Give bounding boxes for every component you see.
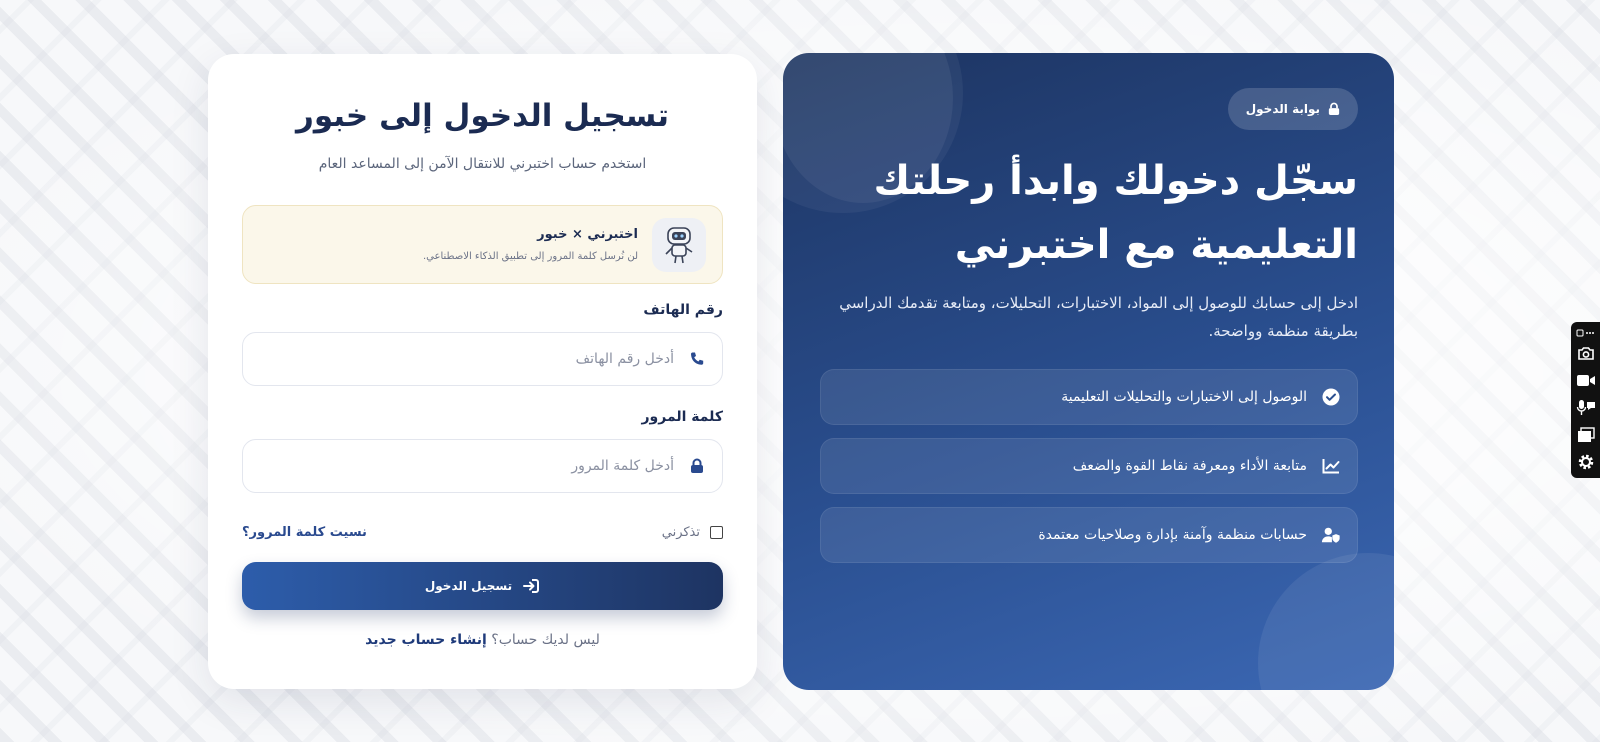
- feature-item: متابعة الأداء ومعرفة نقاط القوة والضعف: [820, 438, 1358, 494]
- phone-input[interactable]: أدخل رقم الهاتف: [242, 332, 723, 386]
- partner-title: اختبرني × خبور: [537, 227, 638, 242]
- chart-line-icon: [1321, 456, 1341, 476]
- password-placeholder: أدخل كلمة المرور: [571, 458, 674, 474]
- phone-label: رقم الهاتف: [643, 302, 723, 318]
- partner-notice: اختبرني × خبور لن نُرسل كلمة المرور إلى …: [242, 205, 723, 284]
- promo-title-line2: التعليمية مع اختبرني: [954, 222, 1358, 268]
- camera-icon[interactable]: [1571, 340, 1600, 367]
- remember-me[interactable]: تذكرني: [662, 525, 723, 540]
- promo-description: ادخل إلى حسابك للوصول إلى المواد، الاختب…: [839, 294, 1358, 340]
- signup-prompt: ليس لديك حساب؟: [491, 632, 600, 648]
- remember-label: تذكرني: [661, 524, 700, 540]
- window-icon[interactable]: [1571, 421, 1600, 448]
- password-input[interactable]: أدخل كلمة المرور: [242, 439, 723, 493]
- toolbar-more-icon[interactable]: [1571, 326, 1600, 340]
- signup-row: ليس لديك حساب؟ إنشاء حساب جديد: [242, 632, 723, 648]
- phone-icon: [688, 350, 706, 368]
- sign-in-icon: [522, 578, 540, 594]
- decor-circle: [1258, 553, 1394, 690]
- login-subtitle: استخدم حساب اختبرني للانتقال الآمن إلى ا…: [318, 156, 647, 172]
- lock-icon: [688, 457, 706, 475]
- remember-checkbox[interactable]: [710, 525, 723, 539]
- lock-icon: [1328, 102, 1340, 116]
- promo-title: سجّل دخولك وابدأ رحلتك التعليمية مع اختب…: [818, 149, 1358, 277]
- portal-badge-label: بوابة الدخول: [1245, 102, 1320, 116]
- login-button[interactable]: تسجيل الدخول: [242, 562, 723, 610]
- login-button-label: تسجيل الدخول: [424, 579, 513, 593]
- video-icon[interactable]: [1571, 367, 1600, 394]
- feature-item: الوصول إلى الاختبارات والتحليلات التعليم…: [820, 369, 1358, 425]
- feature-label: متابعة الأداء ومعرفة نقاط القوة والضعف: [1072, 458, 1307, 474]
- login-title: تسجيل الدخول إلى خبور: [296, 98, 669, 134]
- portal-badge: بوابة الدخول: [1227, 88, 1358, 130]
- side-toolbar: [1571, 322, 1600, 478]
- login-card: تسجيل الدخول إلى خبور استخدم حساب اختبرن…: [208, 54, 757, 689]
- promo-panel: بوابة الدخول سجّل دخولك وابدأ رحلتك التع…: [783, 53, 1394, 690]
- feature-label: حسابات منظمة وآمنة بإدارة وصلاحيات معتمد…: [1038, 527, 1307, 543]
- partner-note: لن نُرسل كلمة المرور إلى تطبيق الذكاء ال…: [423, 251, 638, 262]
- gear-icon[interactable]: [1571, 448, 1600, 475]
- phone-placeholder: أدخل رقم الهاتف: [575, 351, 674, 367]
- password-label: كلمة المرور: [641, 409, 723, 425]
- promo-title-line1: سجّل دخولك وابدأ رحلتك: [873, 158, 1358, 204]
- microphone-icon[interactable]: [1571, 394, 1600, 421]
- signup-link[interactable]: إنشاء حساب جديد: [365, 632, 487, 648]
- forgot-password-link[interactable]: نسيت كلمة المرور؟: [242, 525, 367, 540]
- user-shield-icon: [1321, 525, 1341, 545]
- check-circle-icon: [1321, 387, 1341, 407]
- robot-icon: [652, 217, 706, 272]
- feature-item: حسابات منظمة وآمنة بإدارة وصلاحيات معتمد…: [820, 507, 1358, 563]
- feature-label: الوصول إلى الاختبارات والتحليلات التعليم…: [1061, 389, 1307, 405]
